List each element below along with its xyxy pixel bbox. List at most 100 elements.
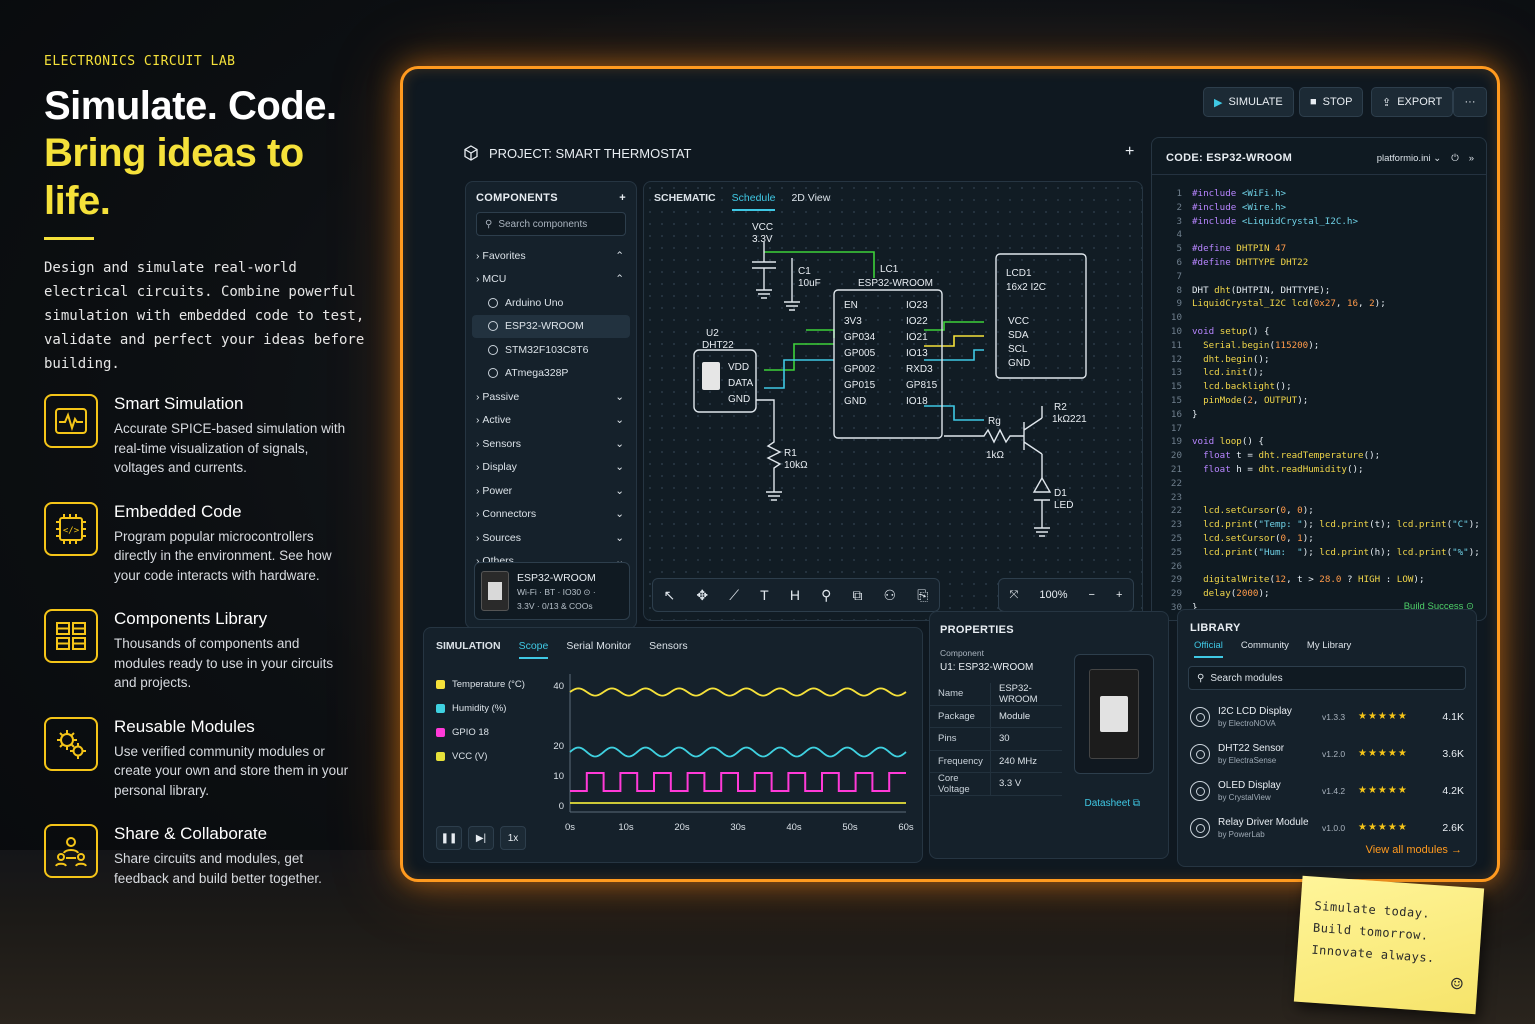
mcu-item-arduino-uno[interactable]: Arduino Uno [466,291,636,315]
zoom-out-button[interactable]: − [1089,589,1095,601]
module-thumbnail [481,571,509,611]
prop-row: Frequency 240 MHz [930,750,1062,773]
legend-gpio18[interactable]: GPIO 18 [436,720,525,744]
legend-vcc[interactable]: VCC (V) [436,744,525,768]
library-item[interactable]: I2C LCD Display by ElectroNOVA v1.3.3 ★★★★★… [1178,698,1476,735]
feature-desc: Use verified community modules or create… [114,743,349,798]
more-button[interactable]: ··· [1453,87,1487,117]
category-sensors[interactable]: › Sensors ⌄ [466,432,636,456]
selected-component-card[interactable]: ESP32-WROOM Wi-Fi · BT · IO30 ⊙ · 3.3V ·… [474,562,630,620]
module-search-input[interactable]: ⚲ Search modules [1188,666,1466,690]
search-icon: ⚲ [1197,672,1205,684]
chevron-down-icon: ⌄ [615,484,624,497]
mcu-item-label: Arduino Uno [505,296,564,309]
module-author: by PowerLab [1218,829,1265,839]
tab-schedule[interactable]: Schedule [731,192,776,211]
text-tool-icon[interactable]: T [760,587,769,603]
scope-chart: 0 10 20 40 0s 10s 20s 30s 40s 50s 60s [553,674,914,833]
legend-temperature[interactable]: Temperature (°C) [436,672,525,696]
label-r1-value: 10kΩ [784,460,808,471]
category-connectors[interactable]: › Connectors ⌄ [466,503,636,527]
mcu-item-stm32[interactable]: STM32F103C8T6 [466,338,636,362]
feature-desc: Accurate SPICE-based simulation with rea… [114,421,346,475]
simulate-button[interactable]: ▶ SIMULATE [1203,87,1294,117]
power-icon[interactable]: ⏻ [1451,153,1459,164]
pin-label: IO21 [906,332,928,343]
tab-scope[interactable]: Scope [518,640,549,659]
category-passive[interactable]: › Passive ⌄ [466,385,636,409]
move-tool-icon[interactable]: ✥ [696,587,708,604]
tab-official[interactable]: Official [1194,640,1223,658]
prop-value[interactable]: Module [990,705,1062,727]
stop-button[interactable]: ■ STOP [1299,87,1364,117]
project-header: PROJECT: SMART THERMOSTAT [463,145,691,161]
mcu-item-esp32-wroom[interactable]: ESP32-WROOM [472,314,630,338]
library-item[interactable]: Relay Driver Module by PowerLab v1.0.0 ★★★★… [1178,809,1476,846]
category-mcu[interactable]: › MCU ⌃ [466,268,636,292]
prop-value[interactable]: 30 [990,728,1062,750]
step-button[interactable]: ▶| [468,826,494,850]
header-tool-icon[interactable]: H [790,587,800,603]
rating-stars: ★★★★★ [1358,822,1408,833]
component-tool-icon[interactable]: ⚇ [884,587,897,604]
copy-tool-icon[interactable]: ⧉ [852,587,862,604]
probe-tool-icon[interactable]: ⚲ [821,587,831,604]
lcd-pin: GND [1008,358,1030,369]
prop-row: Package Module [930,705,1062,728]
mcu-item-label: ESP32-WROOM [505,320,584,333]
category-active[interactable]: › Active ⌄ [466,409,636,433]
speed-button[interactable]: 1x [500,826,526,850]
category-favorites[interactable]: › Favorites ⌃ [466,244,636,268]
export-label: EXPORT [1397,96,1443,108]
mcu-item-atmega328p[interactable]: ATmega328P [466,362,636,386]
code-body[interactable]: 1 #include <WiFi.h> 2 #include <Wire.h> 3 #… [1152,175,1486,615]
select-tool-icon[interactable]: ↖ [664,587,676,604]
category-display[interactable]: › Display ⌄ [466,456,636,480]
x-tick-label: 20s [674,822,690,833]
add-component-icon[interactable]: + [619,192,626,204]
tab-schematic[interactable]: SCHEMATIC [654,192,716,211]
view-all-modules-link[interactable]: View all modules → [1366,844,1462,856]
pin-label: GP034 [844,332,876,343]
datasheet-link[interactable]: Datasheet ⧉ [1084,798,1140,809]
fit-view-icon[interactable]: ⤧ [1010,589,1019,602]
r1-symbol [766,420,782,501]
label-rb: Rg [988,416,1001,427]
legend-swatch [436,751,445,761]
file-name: platformio.ini [1376,152,1431,164]
wire-vcc [764,251,875,278]
scope-legend: Temperature (°C) Humidity (%) GPIO 18 VC… [436,672,525,768]
pause-button[interactable]: ❚❚ [436,826,462,850]
library-item[interactable]: OLED Display by CrystalView v1.4.2 ★★★★★ 4.2… [1178,772,1476,809]
schematic-canvas[interactable]: SCHEMATIC Schedule 2D View VCC 3.3V C1 1… [643,181,1143,621]
platformio-file-select[interactable]: platformio.ini ⌄ [1377,153,1441,164]
tab-my-library[interactable]: My Library [1307,640,1351,658]
category-sources[interactable]: › Sources ⌄ [466,526,636,550]
module-name: OLED Display [1218,779,1281,791]
add-tab-button[interactable]: + [1125,143,1134,161]
tab-sensors[interactable]: Sensors [649,640,688,659]
component-search-input[interactable]: ⚲ Search components [476,212,626,236]
stop-label: STOP [1322,96,1353,108]
module-author: by CrystalView [1218,792,1271,802]
u2-gnd-wire [756,399,775,420]
wire-tool-icon[interactable]: ⟋ [729,587,739,604]
prop-row: Pins 30 [930,728,1062,751]
legend-humidity[interactable]: Humidity (%) [436,696,525,720]
tab-2d-view[interactable]: 2D View [791,192,830,211]
collapse-icon[interactable]: » [1469,153,1474,164]
x-tick-label: 0s [565,822,575,833]
library-item[interactable]: DHT22 Sensor by ElectraSense v1.2.0 ★★★★★ 3.… [1178,735,1476,772]
prop-key: Name [938,688,964,700]
tab-community[interactable]: Community [1241,640,1289,658]
category-power[interactable]: › Power ⌄ [466,479,636,503]
feature-title: Embedded Code [114,501,242,521]
tab-serial-monitor[interactable]: Serial Monitor [566,640,631,659]
prop-value[interactable]: 240 MHz [990,750,1062,772]
pin-label: GP015 [844,380,876,391]
zoom-in-button[interactable]: + [1116,589,1122,601]
paste-tool-icon[interactable]: ⎘ [917,587,928,604]
export-button[interactable]: ⇪ EXPORT [1371,87,1454,117]
prop-value[interactable]: 3.3 V [990,773,1062,795]
prop-value[interactable]: ESP32-WROOM [990,683,1062,705]
